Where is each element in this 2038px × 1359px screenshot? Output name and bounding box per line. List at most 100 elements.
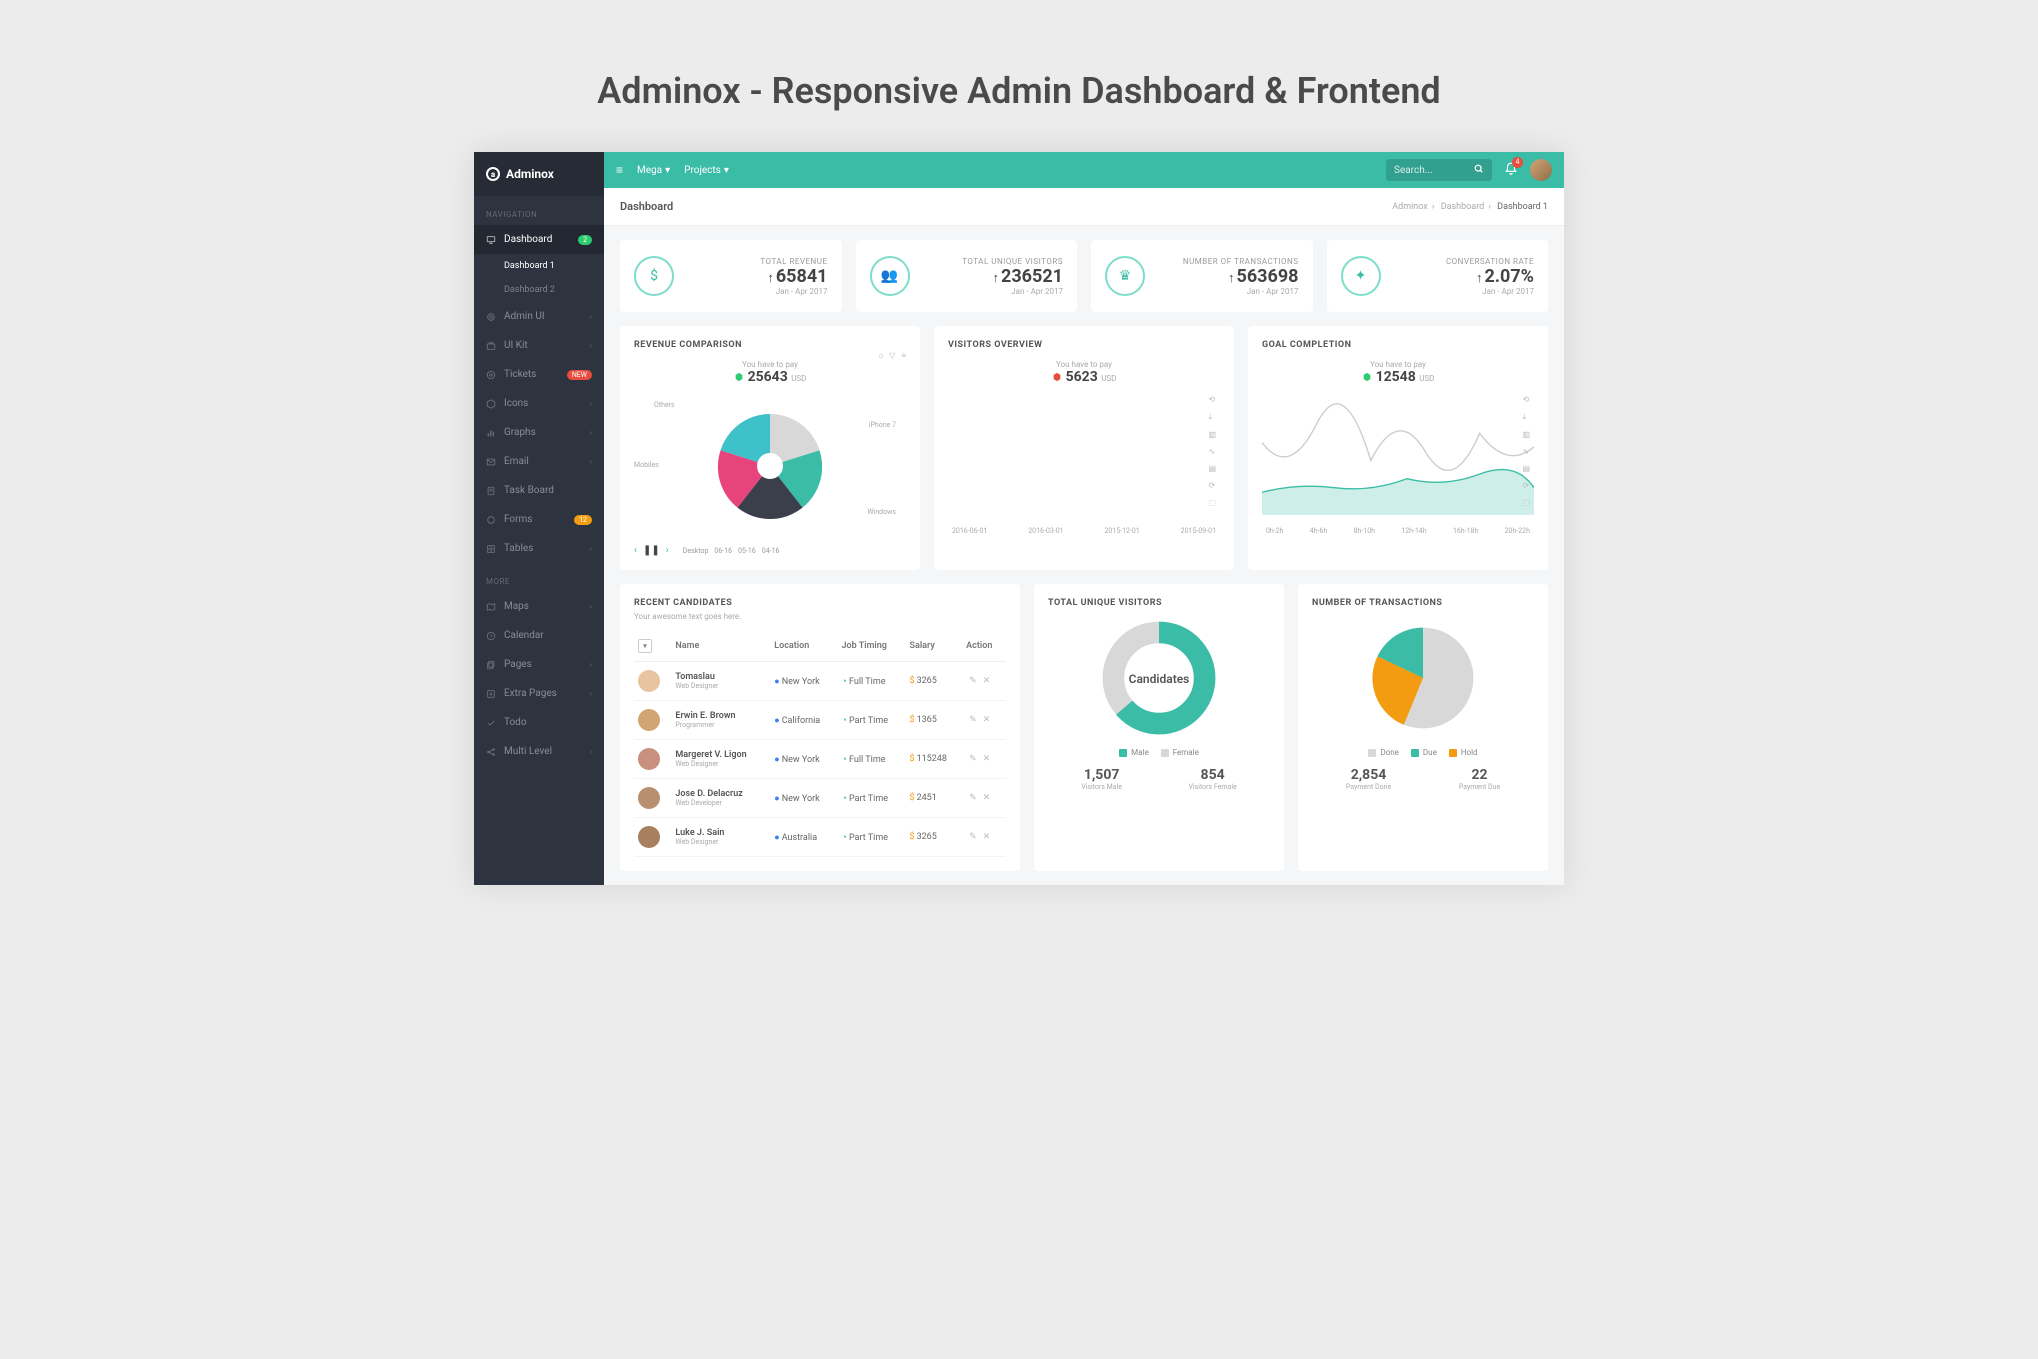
line-icon[interactable]: ∿ — [1522, 447, 1530, 456]
avatar — [638, 748, 660, 770]
edit-button[interactable]: ✎ — [969, 715, 977, 725]
dollar-icon: $ — [910, 715, 915, 725]
brand[interactable]: a Adminox — [474, 152, 604, 196]
filter-icon[interactable]: ▽ — [889, 351, 895, 360]
arrow-up-icon: ↑ — [993, 271, 1000, 286]
slider-date[interactable]: 06-16 — [714, 547, 732, 555]
prev-button[interactable]: ‹ — [634, 545, 637, 556]
download-icon[interactable]: ⤓ — [1208, 412, 1216, 422]
mega-menu-link[interactable]: Mega ▾ — [637, 165, 670, 176]
col-salary: Salary — [906, 631, 963, 662]
breadcrumb-item[interactable]: Dashboard — [1441, 202, 1485, 212]
table-row: TomaslauWeb Designer ●New York ◔Full Tim… — [634, 662, 1006, 701]
slider-date[interactable]: 04-16 — [762, 547, 780, 555]
delete-button[interactable]: ✕ — [983, 715, 991, 725]
search-button[interactable] — [1466, 163, 1492, 178]
stack-icon[interactable]: ▤ — [1208, 464, 1216, 473]
chevron-down-icon: ▾ — [724, 165, 729, 176]
legend-item-done: Done — [1368, 748, 1398, 757]
delete-button[interactable]: ✕ — [983, 676, 991, 686]
home-icon[interactable]: ⌂ — [878, 351, 883, 360]
bars-icon[interactable]: ▥ — [1208, 430, 1216, 439]
sidebar-item-label: Pages — [504, 659, 582, 670]
sidebar-item-graphs[interactable]: Graphs› — [474, 418, 604, 447]
select-all-toggle[interactable]: ▾ — [638, 639, 652, 653]
user-avatar[interactable] — [1530, 159, 1552, 181]
users-icon: 👥 — [870, 256, 910, 296]
save-icon[interactable]: ⬚ — [1522, 498, 1530, 507]
restore-icon[interactable]: ⟳ — [1522, 481, 1530, 490]
edit-button[interactable]: ✎ — [969, 676, 977, 686]
breadcrumb-item: Dashboard 1 — [1497, 202, 1548, 212]
sidebar-item-tickets[interactable]: TicketsNEW — [474, 360, 604, 389]
transactions-pie-card: NUMBER OF TRANSACTIONS Done Due Hold 2,8… — [1298, 584, 1548, 871]
check-icon — [486, 718, 496, 728]
chevron-right-icon: › — [590, 689, 592, 698]
edit-button[interactable]: ✎ — [969, 754, 977, 764]
stats-row: 1,507Visitors Male 854Visitors Female — [1048, 767, 1270, 791]
sidebar-item-label: Extra Pages — [504, 688, 582, 699]
candidate-role: Web Designer — [675, 838, 766, 846]
search-input[interactable] — [1386, 165, 1466, 176]
kpi-row: $ TOTAL REVENUE↑65841Jan - Apr 2017 👥 TO… — [620, 240, 1548, 312]
refresh-icon[interactable]: ⟲ — [1208, 395, 1216, 404]
dollar-icon: $ — [910, 793, 915, 803]
stack-icon[interactable]: ▤ — [1522, 464, 1530, 473]
edit-button[interactable]: ✎ — [969, 793, 977, 803]
kpi-value: ↑2.07% — [1393, 266, 1535, 287]
edit-button[interactable]: ✎ — [969, 832, 977, 842]
delete-button[interactable]: ✕ — [983, 754, 991, 764]
sidebar-item-pages[interactable]: Pages› — [474, 650, 604, 679]
bars-icon[interactable]: ▥ — [1522, 430, 1530, 439]
delete-button[interactable]: ✕ — [983, 793, 991, 803]
badge: 2 — [578, 235, 592, 245]
sidebar-item-email[interactable]: Email› — [474, 447, 604, 476]
sidebar-item-admin-ui[interactable]: Admin UI› — [474, 302, 604, 331]
sidebar-item-extra-pages[interactable]: Extra Pages › — [474, 679, 604, 708]
salary-value: 1365 — [917, 715, 937, 725]
kpi-card-transactions: ♛ NUMBER OF TRANSACTIONS↑563698Jan - Apr… — [1091, 240, 1313, 312]
card-title: GOAL COMPLETION — [1262, 340, 1534, 350]
slider-date[interactable]: 05-16 — [738, 547, 756, 555]
download-icon[interactable]: ⤓ — [1522, 412, 1530, 422]
sidebar-sub-dashboard-1[interactable]: Dashboard 1 — [474, 254, 604, 278]
sidebar-sub-dashboard-2[interactable]: Dashboard 2 — [474, 278, 604, 302]
sidebar-item-tables[interactable]: Tables› — [474, 534, 604, 563]
menu-icon[interactable]: ≡ — [901, 351, 906, 360]
sidebar-item-todo[interactable]: Todo — [474, 708, 604, 737]
notifications-button[interactable]: 4 — [1504, 162, 1518, 179]
sidebar-item-calendar[interactable]: Calendar — [474, 621, 604, 650]
sidebar-item-multi-level[interactable]: Multi Level› — [474, 737, 604, 766]
legend: Done Due Hold — [1312, 748, 1534, 757]
sidebar-item-task-board[interactable]: Task Board — [474, 476, 604, 505]
refresh-icon[interactable]: ⟲ — [1522, 395, 1530, 404]
sidebar-item-forms[interactable]: Forms12 — [474, 505, 604, 534]
sidebar-item-icons[interactable]: Icons› — [474, 389, 604, 418]
timing-value: Full Time — [849, 755, 886, 765]
breadcrumb-item[interactable]: Adminox — [1392, 202, 1428, 212]
projects-label: Projects — [684, 165, 721, 176]
pin-icon: ● — [774, 755, 779, 765]
kpi-label: TOTAL REVENUE — [686, 257, 828, 266]
restore-icon[interactable]: ⟳ — [1208, 481, 1216, 490]
save-icon[interactable]: ⬚ — [1208, 498, 1216, 507]
menu-toggle-icon[interactable]: ≡ — [616, 163, 623, 177]
sidebar-item-ui-kit[interactable]: UI Kit› — [474, 331, 604, 360]
avatar — [638, 787, 660, 809]
clock-icon: ◔ — [842, 677, 847, 687]
donut-center-label: Candidates — [1129, 672, 1190, 686]
location-value: California — [782, 716, 821, 726]
chart-tools: ⟲ ⤓ ▥ ∿ ▤ ⟳ ⬚ — [1208, 395, 1216, 507]
monitor-icon — [486, 235, 496, 245]
mega-label: Mega — [637, 165, 662, 176]
revenue-card: REVENUE COMPARISON You have to pay 25643… — [620, 326, 920, 570]
next-button[interactable]: › — [666, 545, 669, 556]
projects-menu-link[interactable]: Projects ▾ — [684, 165, 729, 176]
sidebar-item-maps[interactable]: Maps› — [474, 592, 604, 621]
sidebar-item-dashboard[interactable]: Dashboard 2 — [474, 225, 604, 254]
delete-button[interactable]: ✕ — [983, 832, 991, 842]
grid-icon — [486, 544, 496, 554]
pause-button[interactable]: ❚❚ — [643, 545, 660, 556]
line-icon[interactable]: ∿ — [1208, 447, 1216, 456]
kpi-value: ↑563698 — [1157, 266, 1299, 287]
